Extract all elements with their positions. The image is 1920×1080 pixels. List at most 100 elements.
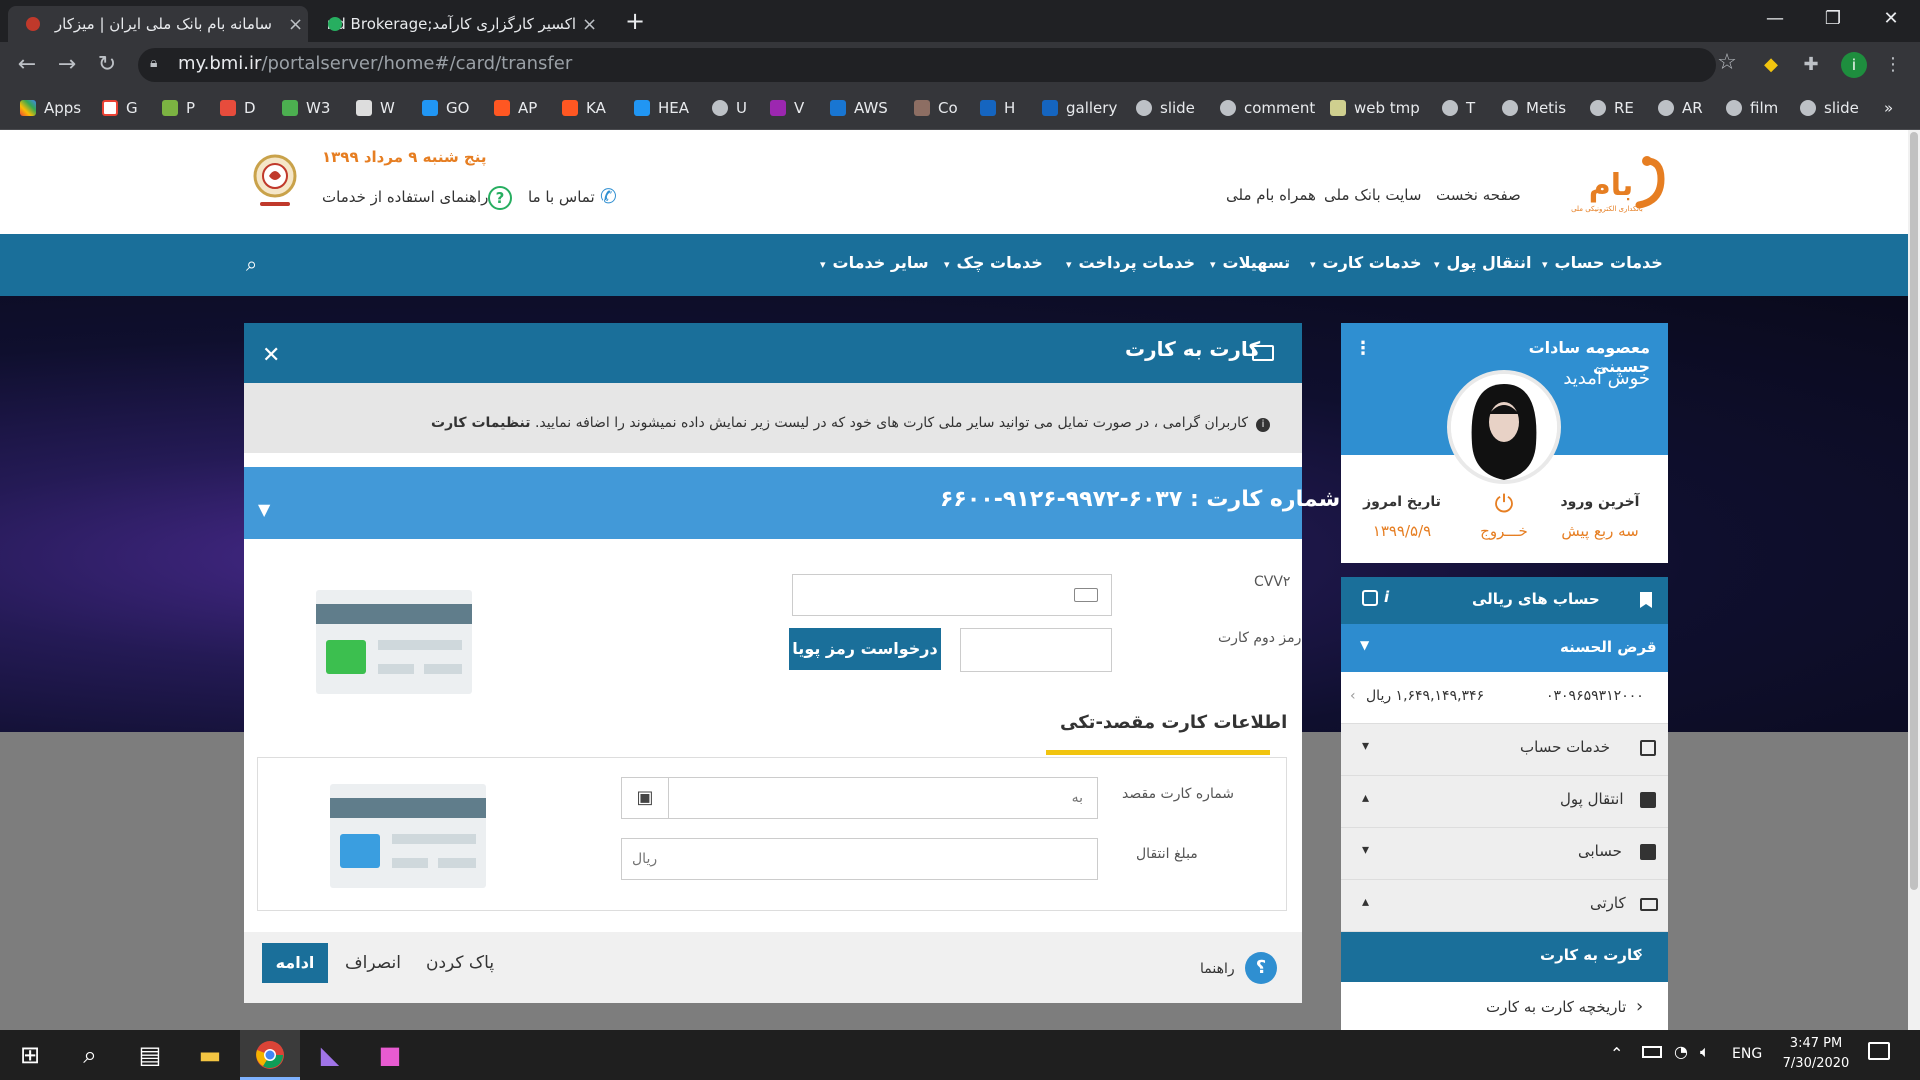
url-text[interactable]: my.bmi.ir/portalserver/home#/card/transf… — [178, 53, 572, 74]
chrome-icon[interactable] — [240, 1030, 300, 1080]
card-settings-link[interactable]: تنظیمات کارت — [431, 415, 530, 431]
guide-link[interactable]: راهنمای استفاده از خدمات — [322, 188, 488, 206]
minimize-icon[interactable]: — — [1746, 0, 1804, 38]
bookmark-u[interactable]: U — [712, 95, 747, 121]
contact-link[interactable]: تماس با ما — [528, 188, 595, 206]
bookmark-ka[interactable]: KA — [562, 95, 606, 121]
cancel-button[interactable]: انصراف — [345, 953, 401, 973]
bookmarks-overflow-icon[interactable]: » — [1884, 95, 1893, 121]
bookmark-v[interactable]: V — [770, 95, 804, 121]
tab-brokerage[interactable]: اکسیر کارگزاری کارآمد;nd Brokerage × — [314, 6, 614, 42]
search-icon[interactable]: ⌕ — [246, 252, 257, 276]
bookmark-t[interactable]: T — [1442, 95, 1475, 121]
chevron-down-icon[interactable]: ▾ — [1362, 842, 1369, 858]
chevron-left-icon[interactable]: ‹ — [1350, 688, 1356, 704]
forward-icon[interactable]: → — [52, 50, 82, 80]
card-dropdown-icon[interactable]: ▼ — [258, 500, 270, 519]
logout-link[interactable]: خـــروج — [1464, 522, 1544, 540]
bookmark-gallery[interactable]: gallery — [1042, 95, 1117, 121]
puzzle-icon[interactable]: ✚ — [1798, 52, 1824, 78]
bookmark-star-icon[interactable]: ☆ — [1712, 50, 1742, 80]
clear-button[interactable]: پاک کردن — [426, 953, 494, 973]
bookmark-p[interactable]: P — [162, 95, 195, 121]
bookmark-g[interactable]: G — [102, 95, 138, 121]
bookmark-aws[interactable]: AWS — [830, 95, 888, 121]
language-indicator[interactable]: ENG — [1732, 1046, 1762, 1062]
chevron-up-icon[interactable]: ▴ — [1362, 894, 1369, 910]
menu-facilities[interactable]: تسهیلات ▾ — [1210, 253, 1290, 272]
help-icon[interactable]: ؟ — [1245, 952, 1277, 984]
lock-icon[interactable]: 🔒︎ — [150, 55, 164, 75]
task-view-icon[interactable]: ▤ — [120, 1030, 180, 1080]
close-tab-icon[interactable]: × — [582, 14, 597, 35]
close-window-icon[interactable]: ✕ — [1862, 0, 1920, 38]
menu-payment-services[interactable]: خدمات پرداخت ▾ — [1066, 253, 1195, 272]
link-home[interactable]: صفحه نخست — [1436, 186, 1521, 204]
close-icon[interactable]: ✕ — [262, 343, 280, 368]
settings-icon[interactable] — [1362, 590, 1378, 606]
bookmark-film[interactable]: film — [1726, 95, 1778, 121]
bookmark-metis[interactable]: Metis — [1502, 95, 1566, 121]
pin2-input[interactable] — [960, 628, 1112, 672]
file-explorer-icon[interactable]: ▬ — [180, 1030, 240, 1080]
bookmark-w3[interactable]: W3 — [282, 95, 330, 121]
battery-icon[interactable] — [1642, 1046, 1662, 1058]
sidebar-item-card-history[interactable]: تاریخچه کارت به کارت — [1486, 998, 1626, 1016]
info-italic-icon[interactable]: i — [1384, 588, 1389, 606]
bam-logo[interactable]: بام بانکداری الکترونیکی ملی — [1555, 147, 1665, 219]
bookmark-slide-2[interactable]: slide — [1800, 95, 1859, 121]
bookmark-ar[interactable]: AR — [1658, 95, 1703, 121]
amount-input[interactable] — [621, 838, 1098, 880]
windows-start-icon[interactable]: ⊞ — [0, 1030, 60, 1080]
scrollbar-thumb[interactable] — [1910, 132, 1918, 890]
clock-time[interactable]: 3:47 PM — [1776, 1036, 1856, 1051]
request-dynamic-pin-button[interactable]: درخواست رمز پویا — [789, 628, 941, 670]
notifications-icon[interactable] — [1868, 1042, 1890, 1060]
maximize-icon[interactable]: ❐ — [1804, 0, 1862, 38]
continue-button[interactable]: ادامه — [262, 943, 328, 983]
profile-avatar[interactable]: i — [1841, 52, 1867, 78]
volume-icon[interactable]: 🔈︎ — [1700, 1042, 1710, 1062]
search-icon[interactable]: ⌕ — [60, 1030, 120, 1080]
menu-account-services[interactable]: خدمات حساب ▾ — [1542, 253, 1663, 272]
bookmark-web-tmp[interactable]: web tmp — [1330, 95, 1420, 121]
link-mobile-bam[interactable]: همراه بام ملی — [1226, 186, 1316, 204]
profile-menu-icon[interactable]: ⋮ — [1354, 338, 1372, 359]
extension-icon[interactable]: ◆ — [1758, 52, 1784, 78]
power-icon[interactable]: ⏻ — [1490, 490, 1518, 518]
bookmark-co[interactable]: Co — [914, 95, 958, 121]
clock-date[interactable]: 7/30/2020 — [1776, 1056, 1856, 1071]
help-icon[interactable]: ? — [488, 186, 512, 210]
close-tab-icon[interactable]: × — [288, 14, 303, 35]
reload-icon[interactable]: ↻ — [92, 50, 122, 80]
menu-card-services[interactable]: خدمات کارت ▾ — [1310, 253, 1421, 272]
keyboard-icon[interactable] — [1074, 588, 1098, 602]
phpstorm-icon[interactable]: ■ — [360, 1030, 420, 1080]
bookmark-w[interactable]: W — [356, 95, 395, 121]
chevron-down-icon[interactable]: ▼ — [1360, 638, 1369, 652]
visual-studio-icon[interactable]: ◣ — [300, 1030, 360, 1080]
tab-bam[interactable]: سامانه بام بانک ملی ایران | میزکار × — [8, 6, 308, 42]
sidebar-item-account-services[interactable] — [1341, 724, 1668, 776]
menu-kebab-icon[interactable]: ⋮ — [1880, 52, 1906, 78]
new-tab-icon[interactable]: + — [620, 6, 650, 36]
dest-card-input[interactable] — [668, 777, 1098, 819]
contacts-book-icon[interactable]: ▣ — [621, 777, 669, 819]
guide-button[interactable]: راهنما — [1200, 961, 1235, 977]
menu-check-services[interactable]: خدمات چک ▾ — [944, 253, 1043, 272]
chevron-down-icon[interactable]: ▾ — [1362, 738, 1369, 754]
bookmark-comment[interactable]: comment — [1220, 95, 1315, 121]
chevron-up-icon[interactable]: ⌃ — [1610, 1044, 1623, 1063]
bookmark-slide[interactable]: slide — [1136, 95, 1195, 121]
bookmark-d[interactable]: D — [220, 95, 256, 121]
bookmark-ap[interactable]: AP — [494, 95, 537, 121]
menu-other-services[interactable]: سایر خدمات ▾ — [820, 253, 929, 272]
bookmark-re[interactable]: RE — [1590, 95, 1634, 121]
wifi-icon[interactable]: ◔ — [1674, 1042, 1688, 1061]
bookmark-h[interactable]: H — [980, 95, 1015, 121]
cvv2-input[interactable] — [792, 574, 1112, 616]
link-bank-site[interactable]: سایت بانک ملی — [1324, 186, 1421, 204]
menu-money-transfer[interactable]: انتقال پول ▾ — [1434, 253, 1531, 272]
chevron-up-icon[interactable]: ▴ — [1362, 790, 1369, 806]
bookmark-hea[interactable]: HEA — [634, 95, 689, 121]
